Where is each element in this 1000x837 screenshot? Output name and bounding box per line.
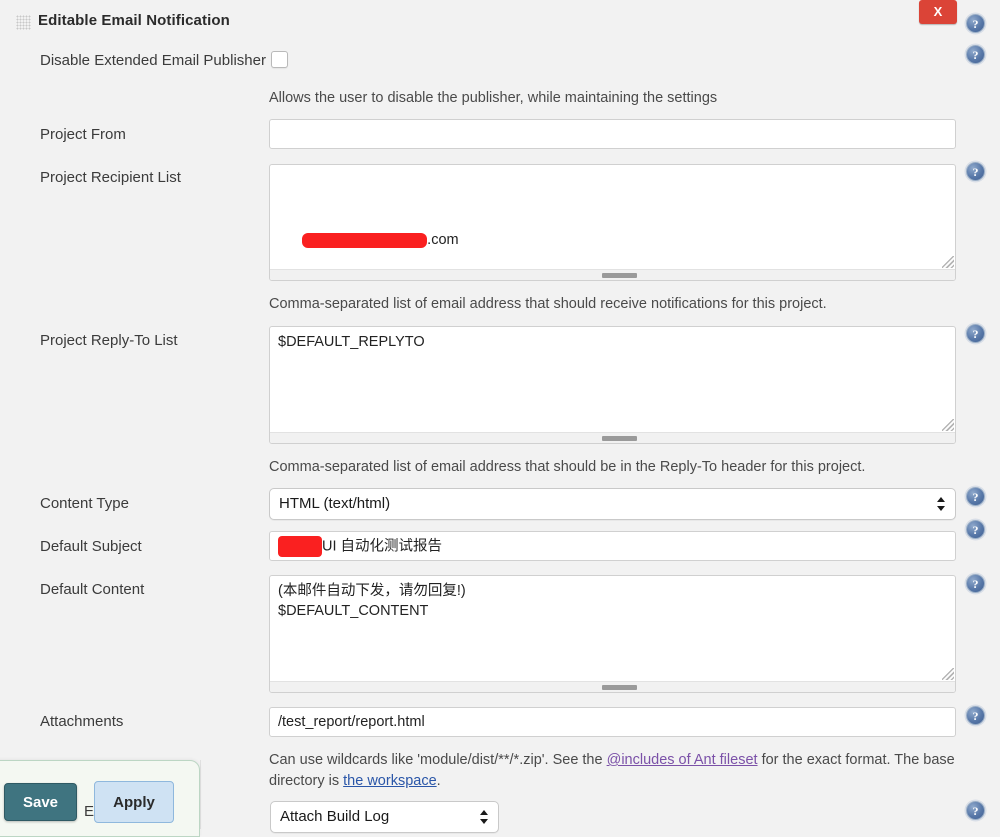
project-recipient-list-value: .com .com <box>278 170 941 280</box>
help-icon-reply-to-list[interactable]: ? <box>966 324 985 343</box>
disable-extended-email-publisher-checkbox[interactable] <box>271 51 288 68</box>
save-bar-divider <box>200 760 201 829</box>
help-icon-default-subject[interactable]: ? <box>966 520 985 539</box>
obscured-field-label: E <box>84 803 95 820</box>
label-default-content: Default Content <box>40 581 145 598</box>
help-icon-default-content[interactable]: ? <box>966 574 985 593</box>
attachments-input[interactable] <box>269 707 956 737</box>
close-button[interactable]: X <box>919 0 957 24</box>
content-type-selected-value: HTML (text/html) <box>279 495 391 512</box>
default-subject-value: UI 自动化测试报告 <box>322 538 443 555</box>
reply-to-hscrollbar-thumb[interactable] <box>602 436 637 441</box>
help-icon-section[interactable]: ? <box>966 14 985 33</box>
help-icon-attachments[interactable]: ? <box>966 706 985 725</box>
recipient-list-hscrollbar[interactable] <box>270 269 955 280</box>
desc-project-reply-to-list: Comma-separated list of email address th… <box>269 459 866 475</box>
desc-disable-publisher: Allows the user to disable the publisher… <box>269 90 718 106</box>
apply-button[interactable]: Apply <box>94 781 174 823</box>
label-attachments: Attachments <box>40 713 124 730</box>
project-from-input[interactable] <box>269 119 956 149</box>
label-disable-extended-email-publisher: Disable Extended Email Publisher <box>40 52 266 69</box>
label-project-reply-to-list: Project Reply-To List <box>40 332 178 349</box>
reply-to-hscrollbar[interactable] <box>270 432 955 443</box>
desc-attachments-part1: Can use wildcards like 'module/dist/**/*… <box>269 752 607 768</box>
page-title: Editable Email Notification <box>38 12 230 29</box>
recipient-1-suffix: .com <box>427 232 459 248</box>
help-icon-content-type[interactable]: ? <box>966 487 985 506</box>
reply-to-resize-grip[interactable] <box>942 419 954 431</box>
content-type-select[interactable]: HTML (text/html) <box>269 488 956 520</box>
desc-attachments: Can use wildcards like 'module/dist/**/*… <box>269 750 959 792</box>
project-reply-to-list-value: $DEFAULT_REPLYTO <box>278 334 425 350</box>
default-content-hscrollbar-thumb[interactable] <box>602 685 637 690</box>
default-subject-input[interactable]: UI 自动化测试报告 <box>269 531 956 561</box>
chevron-updown-icon-2 <box>480 809 489 825</box>
default-content-hscrollbar[interactable] <box>270 681 955 692</box>
project-recipient-list-textarea[interactable]: .com .com <box>269 164 956 281</box>
chevron-updown-icon <box>937 496 946 512</box>
recipient-list-hscrollbar-thumb[interactable] <box>602 273 637 278</box>
label-content-type: Content Type <box>40 495 129 512</box>
attach-build-log-selected-value: Attach Build Log <box>280 808 390 825</box>
drag-grip-icon[interactable] <box>16 15 31 30</box>
section-header: Editable Email Notification X <box>0 0 1000 46</box>
label-default-subject: Default Subject <box>40 538 142 555</box>
help-icon-recipient-list[interactable]: ? <box>966 162 985 181</box>
default-content-resize-grip[interactable] <box>942 668 954 680</box>
ant-fileset-link[interactable]: @includes of Ant fileset <box>607 752 758 768</box>
help-icon-attach-build-log[interactable]: ? <box>966 801 985 820</box>
help-icon-disable-publisher[interactable]: ? <box>966 45 985 64</box>
label-project-from: Project From <box>40 126 126 143</box>
redaction-bar-recipient-1 <box>302 232 428 248</box>
recipient-list-resize-grip[interactable] <box>942 256 954 268</box>
default-content-textarea[interactable]: (本邮件自动下发，请勿回复!) $DEFAULT_CONTENT <box>269 575 956 693</box>
project-reply-to-list-textarea[interactable]: $DEFAULT_REPLYTO <box>269 326 956 444</box>
default-content-value: (本邮件自动下发，请勿回复!) $DEFAULT_CONTENT <box>278 583 466 619</box>
save-button[interactable]: Save <box>4 783 77 821</box>
label-project-recipient-list: Project Recipient List <box>40 169 181 186</box>
desc-project-recipient-list: Comma-separated list of email address th… <box>269 296 827 312</box>
redaction-bar-subject <box>278 536 322 557</box>
workspace-link[interactable]: the workspace <box>343 773 437 789</box>
desc-attachments-part3: . <box>436 773 441 789</box>
attach-build-log-select[interactable]: Attach Build Log <box>270 801 499 833</box>
